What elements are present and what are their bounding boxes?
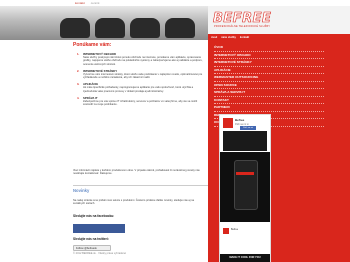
sidebar-item-internetovy-obchod[interactable]: INTERNETOVÝ OBCHOD: [214, 52, 324, 59]
cover-image: [223, 131, 267, 151]
list-number: 1.: [77, 52, 80, 56]
list-number: 4.: [77, 96, 80, 101]
list-item: 3. APLIKÁCIE Ak máte špecifické požiadav…: [77, 82, 205, 93]
nav-item-sluzby[interactable]: naše služby: [221, 36, 236, 39]
sidebar-item-uvod[interactable]: ÚVOD: [214, 44, 324, 52]
info-paragraph: Viac informácií nájdete v každom produkt…: [73, 169, 200, 176]
list-number: 2.: [77, 68, 80, 73]
twitter-heading: Sledujte nás na twitteri:: [73, 237, 109, 241]
chair-shape: [95, 18, 125, 38]
site-logo-subtitle: PROFESIONÁLNE TELEFONICKÉ SLUŽBY: [214, 25, 271, 28]
page-name: Befree: [235, 118, 245, 122]
nav-item-kontakt[interactable]: kontakt: [240, 36, 249, 39]
page-title: Ponúkame vám:: [73, 42, 112, 48]
news-title: Novinky: [73, 188, 90, 193]
feed-avatar: [223, 228, 229, 234]
header-photo: [0, 6, 208, 40]
like-button[interactable]: Páči sa mi: [240, 126, 256, 130]
list-number: 3.: [77, 82, 80, 87]
facebook-page-widget[interactable]: Befree Páči sa mi to Páči sa mi: [219, 114, 271, 154]
sidebar-item-open-source[interactable]: OPEN SOURCE: [214, 82, 324, 89]
phone-image: [234, 160, 258, 210]
feed-name: Befree: [231, 228, 239, 231]
sidebar-item-kontakt[interactable]: KONTAKT: [214, 97, 324, 104]
twitter-follow-button[interactable]: Follow @befreesk: [73, 245, 111, 251]
list-item-text: Vytvoríme vám internetové stránky, ktoré…: [83, 72, 203, 80]
feed-banner: MAKE IT COOL FOR YOU: [220, 254, 270, 262]
sidebar-item-partneri[interactable]: PARTNERI: [214, 104, 324, 112]
site-logo[interactable]: BEFREE: [213, 11, 272, 27]
sidebar-item-aplikacie[interactable]: APLIKÁCIE: [214, 67, 324, 74]
list-item: 1. INTERNETOVÝ OBCHOD Naše služby poskyt…: [77, 52, 205, 66]
chair-shape: [130, 18, 160, 38]
list-item-text: Naše služby poskytujú náš širokú ponuku …: [83, 56, 203, 66]
facebook-widget[interactable]: [73, 224, 125, 233]
sidebar-item-webmaster[interactable]: WEBMASTER OUTSOURCING: [214, 74, 324, 82]
news-text: Na našej stránke sme pridali novú sekciu…: [73, 199, 195, 206]
chair-shape: [60, 18, 90, 38]
feed-widget: Befree MAKE IT COOL FOR YOU: [219, 152, 271, 262]
divider: [73, 185, 208, 186]
list-item: 2. INTERNETOVÉ STRÁNKY Vytvoríme vám int…: [77, 69, 205, 80]
sidebar-item-sprava-it[interactable]: SPRÁVA A SERVIS IT: [214, 89, 324, 97]
list-item-text: Ak máte špecifické požiadavky, naprogram…: [83, 86, 194, 93]
sidebar-item-internetove-stranky[interactable]: INTERNETOVÉ STRÁNKY: [214, 59, 324, 67]
chair-shape: [165, 18, 195, 38]
feed-image: [220, 152, 270, 222]
phone-bar: [236, 172, 254, 175]
list-item-text: Zabezpečíme pre vás správu IT infraštruk…: [83, 100, 198, 107]
page-avatar: [223, 118, 233, 128]
services-list: 1. INTERNETOVÝ OBCHOD Naše služby poskyt…: [77, 52, 205, 110]
list-item: 4. SPRÁVA IT Zabezpečíme pre vás správu …: [77, 96, 205, 107]
footer-text: © 2012 BEFREE.sk · Všetky práva vyhraden…: [73, 252, 126, 255]
facebook-heading: Sledujte nás na facebooku:: [73, 214, 115, 218]
nav-item-uvod[interactable]: úvod: [211, 36, 217, 39]
